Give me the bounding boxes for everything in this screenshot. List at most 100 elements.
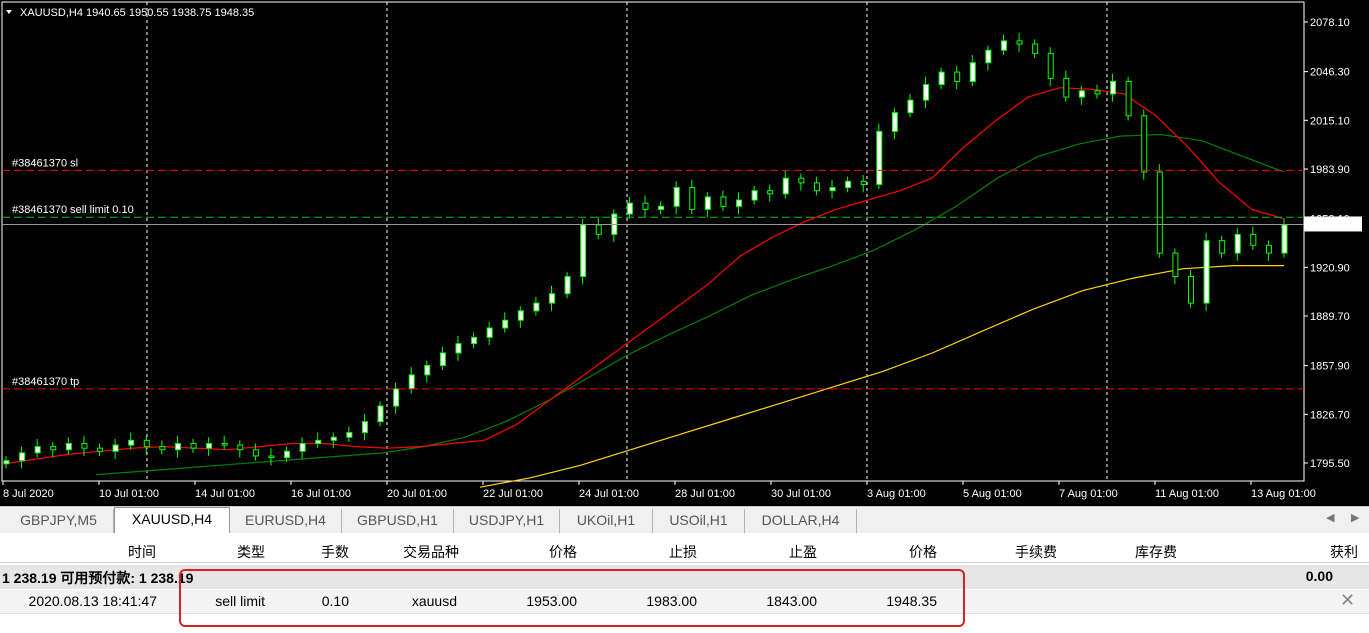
order-type: sell limit	[215, 593, 265, 609]
candle-body	[393, 388, 400, 407]
col-lots[interactable]: 手数	[321, 542, 349, 562]
date-label: 3 Aug 01:00	[867, 488, 926, 500]
tab-dollar-h4[interactable]: DOLLAR,H4	[745, 509, 857, 533]
candle-body	[159, 446, 166, 451]
order-time: 2020.08.13 18:41:47	[28, 593, 157, 609]
price-chart[interactable]: #38461370 sl #38461370 sell limit 0.10 #38…	[0, 0, 1369, 506]
candle-body	[782, 177, 789, 195]
col-swap[interactable]: 库存费	[1135, 542, 1177, 562]
candle-body	[1203, 240, 1210, 304]
candle-body	[1265, 244, 1272, 254]
candle-body	[767, 190, 774, 195]
candle-body	[580, 224, 587, 278]
candle-body	[1250, 233, 1257, 246]
price-label: 2046.30	[1310, 67, 1350, 79]
col-tp[interactable]: 止盈	[789, 542, 817, 562]
date-label: 11 Aug 01:00	[1155, 488, 1219, 500]
col-symbol[interactable]: 交易品种	[403, 542, 459, 562]
order-symbol: xauusd	[411, 593, 457, 609]
candle-body	[252, 449, 259, 457]
col-type[interactable]: 类型	[237, 542, 265, 562]
candle-body	[112, 444, 119, 452]
candle-body	[985, 49, 992, 64]
tab-gbpjpy-m5[interactable]: GBPJPY,M5	[4, 509, 114, 533]
candle-body	[315, 439, 322, 444]
candle-body	[626, 202, 633, 215]
close-icon[interactable]: ✕	[1340, 590, 1355, 611]
scroll-right-icon[interactable]: ▶	[1351, 511, 1359, 524]
candle-body	[1110, 80, 1117, 95]
tab-usoil-h1[interactable]: USOil,H1	[653, 509, 745, 533]
candle-body	[128, 439, 135, 446]
candle-body	[19, 452, 26, 462]
candle-body	[471, 336, 478, 345]
col-time[interactable]: 时间	[128, 542, 156, 562]
candle-body	[65, 442, 72, 451]
sl-label: #38461370 sl	[12, 157, 78, 169]
tab-gbpusd-h1[interactable]: GBPUSD,H1	[342, 509, 454, 533]
candle-body	[81, 442, 88, 449]
current-price-label: 1948.35	[1308, 219, 1348, 231]
candle-body	[548, 293, 555, 304]
tab-ukoil-h1[interactable]: UKOil,H1	[560, 509, 653, 533]
candle-body	[938, 71, 945, 86]
col-price[interactable]: 价格	[549, 542, 577, 562]
candle-body	[361, 421, 368, 434]
candle-body	[1281, 224, 1288, 254]
tab-label: UKOil,H1	[576, 512, 636, 528]
candle-body	[346, 432, 353, 438]
col-commission[interactable]: 手续费	[1015, 542, 1057, 562]
scroll-left-icon[interactable]: ◀	[1326, 511, 1334, 524]
chart-canvas[interactable]: #38461370 sl #38461370 sell limit 0.10 #38…	[0, 0, 1369, 506]
date-label: 24 Jul 01:00	[579, 488, 639, 500]
col-profit[interactable]: 获利	[1330, 542, 1358, 562]
candle-body	[798, 177, 805, 184]
order-price: 1953.00	[526, 593, 577, 609]
candle-body	[954, 71, 961, 82]
date-label: 13 Aug 01:00	[1251, 488, 1316, 500]
candle-body	[658, 205, 665, 210]
price-label: 1857.90	[1310, 361, 1350, 373]
price-label: 1920.90	[1310, 262, 1350, 274]
candle-body	[455, 343, 462, 354]
candle-body	[237, 444, 244, 451]
tab-eurusd-h4[interactable]: EURUSD,H4	[230, 509, 342, 533]
tab-xauusd-h4[interactable]: XAUUSD,H4	[114, 507, 230, 534]
tab-label: GBPUSD,H1	[357, 512, 438, 528]
col-cur-price[interactable]: 价格	[909, 542, 937, 562]
col-sl[interactable]: 止损	[669, 542, 697, 562]
balance-summary-text: 1 238.19 可用预付款: 1 238.19	[2, 570, 194, 586]
candle-body	[502, 319, 509, 329]
candle-body	[1187, 276, 1194, 304]
plot-frame	[1, 1, 1305, 482]
tab-label: EURUSD,H4	[245, 512, 326, 528]
candle-body	[1172, 252, 1179, 278]
tab-label: USDJPY,H1	[468, 512, 545, 528]
candle-body	[689, 187, 696, 210]
candle-body	[829, 187, 836, 192]
table-header: 时间 类型 手数 交易品种 价格 止损 止盈 价格 手续费 库存费 获利	[0, 539, 1369, 563]
candle-body	[190, 442, 197, 449]
candle-body	[751, 190, 758, 201]
date-label: 5 Aug 01:00	[963, 488, 1022, 500]
tab-label: XAUUSD,H4	[131, 511, 213, 527]
candle-body	[3, 460, 10, 465]
candle-body	[704, 196, 711, 210]
table-row[interactable]: 2020.08.13 18:41:47 sell limit 0.10 xauu…	[0, 590, 1369, 614]
candle-body	[1032, 43, 1039, 54]
candle-body	[564, 276, 571, 295]
sell-limit-label: #38461370 sell limit 0.10	[12, 204, 134, 216]
order-lots: 0.10	[321, 593, 349, 609]
ma-fast-line	[3, 87, 1285, 465]
price-label: 1826.70	[1310, 409, 1350, 421]
tp-label: #38461370 tp	[12, 376, 79, 388]
tab-usdjpy-h1[interactable]: USDJPY,H1	[454, 509, 560, 533]
candle-body	[377, 405, 384, 423]
tab-label: GBPJPY,M5	[20, 512, 97, 528]
candle-body	[1125, 80, 1132, 117]
price-label: 1889.70	[1310, 311, 1350, 323]
candle-body	[206, 442, 213, 449]
candle-body	[969, 62, 976, 82]
terminal-panel: 时间 类型 手数 交易品种 价格 止损 止盈 价格 手续费 库存费 获利 1 2…	[0, 533, 1369, 633]
candle-body	[1219, 240, 1226, 254]
